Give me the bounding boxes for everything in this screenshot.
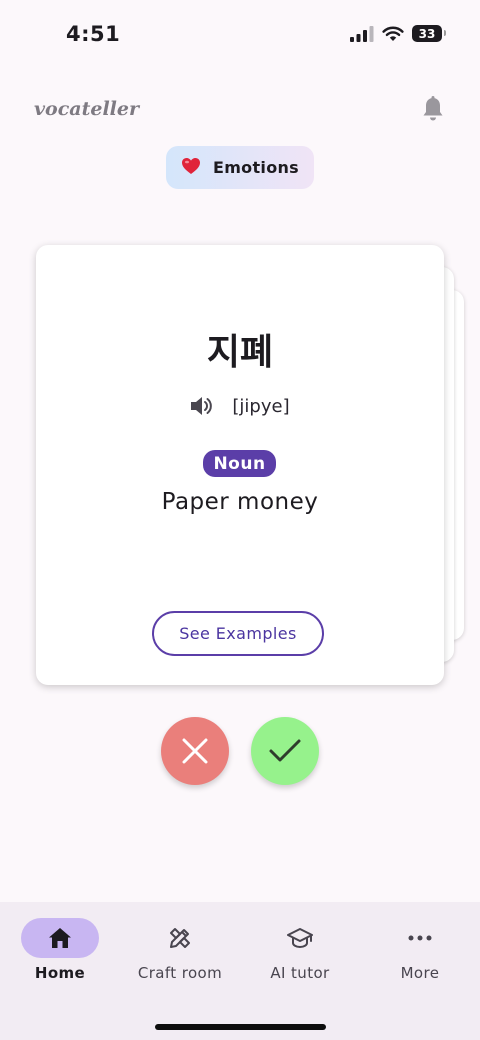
- vocab-word: 지폐: [206, 332, 274, 373]
- battery-icon: 33: [412, 25, 446, 42]
- speaker-icon[interactable]: [190, 395, 214, 417]
- app-logo: vocateller: [34, 98, 139, 120]
- cellular-signal-icon: [350, 25, 374, 42]
- pronunciation-row: [jipye]: [36, 395, 444, 417]
- nav-more-label: More: [400, 964, 440, 982]
- nav-more[interactable]: More: [360, 918, 480, 988]
- more-horizontal-icon: [408, 935, 432, 941]
- nav-home[interactable]: Home: [0, 918, 120, 988]
- nav-craft-room[interactable]: Craft room: [120, 918, 240, 988]
- category-chip[interactable]: Emotions: [166, 146, 314, 189]
- nav-craft-room-label: Craft room: [137, 964, 223, 982]
- heart-emoji-icon: [181, 157, 201, 179]
- wifi-icon: [382, 26, 404, 41]
- close-icon: [182, 738, 208, 764]
- check-icon: [269, 739, 301, 762]
- graduation-cap-icon: [287, 928, 313, 949]
- nav-home-label: Home: [34, 964, 86, 982]
- home-indicator: [155, 1024, 326, 1030]
- pronunciation-text: [jipye]: [232, 395, 290, 417]
- reject-button[interactable]: [161, 717, 229, 785]
- battery-level: 33: [418, 26, 436, 41]
- flashcard[interactable]: 지폐 [jipye] Noun Paper money See Examples: [36, 245, 444, 685]
- status-time: 4:51: [66, 22, 121, 46]
- nav-ai-tutor-label: AI tutor: [270, 964, 330, 982]
- accept-button[interactable]: [251, 717, 319, 785]
- see-examples-button[interactable]: See Examples: [152, 611, 324, 656]
- bell-icon[interactable]: [420, 95, 446, 123]
- bottom-navigation: Home Craft room AI tutor More: [0, 902, 480, 1040]
- category-label: Emotions: [212, 158, 300, 177]
- part-of-speech-badge: Noun: [203, 450, 276, 477]
- status-bar: 4:51 33: [0, 0, 480, 70]
- status-icons: 33: [350, 25, 446, 42]
- nav-ai-tutor[interactable]: AI tutor: [240, 918, 360, 988]
- word-meaning: Paper money: [161, 489, 319, 515]
- home-icon: [49, 928, 71, 948]
- craft-icon: [170, 928, 190, 948]
